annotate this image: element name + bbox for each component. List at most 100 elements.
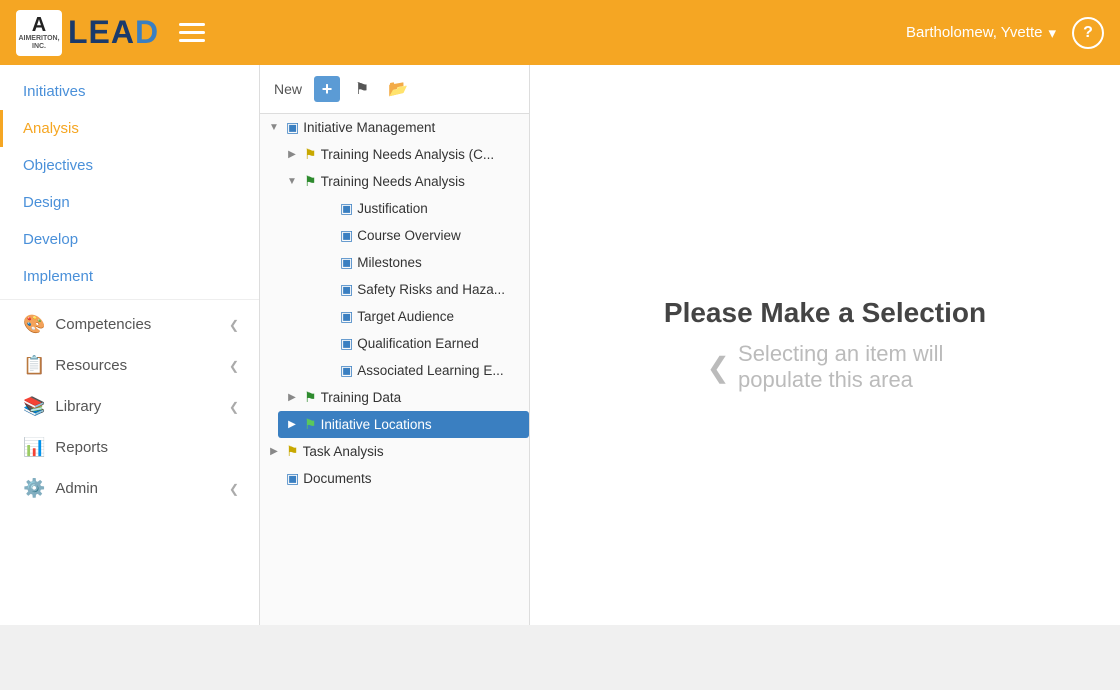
logo-brand-text: L E A D [68,14,159,51]
tree-label-safety-risks: Safety Risks and Haza... [357,282,523,297]
competencies-arrow-icon: ❮ [229,318,239,332]
sidebar-label-develop: Develop [23,231,78,248]
doc-icon-milestones: ▣ [340,254,353,271]
tree-row-qualification-earned[interactable]: ▣ Qualification Earned [314,330,529,357]
expander-initiative-locations[interactable]: ▶ [284,417,300,433]
tree-row-justification[interactable]: ▣ Justification [314,195,529,222]
expander-placeholder-7 [320,363,336,379]
sidebar-item-implement[interactable]: Implement [0,258,259,295]
library-icon: 📚 [23,396,45,417]
tree-row-task-analysis[interactable]: ▶ ⚑ Task Analysis [260,438,529,465]
main-layout: Initiatives Analysis Objectives Design D… [0,65,1120,625]
sidebar-item-develop[interactable]: Develop [0,221,259,258]
header-right: Bartholomew, Yvette ▾ ? [906,17,1104,49]
hamburger-icon [179,23,205,42]
flag-icon-tna-old: ⚑ [304,146,317,163]
logo-wrapper: A AIMERITON, INC. L E A D [16,10,159,56]
resources-arrow-icon: ❮ [229,359,239,373]
main-subtitle-line2: populate this area [738,367,913,392]
tree-row-milestones[interactable]: ▣ Milestones [314,249,529,276]
expander-documents [266,471,282,487]
admin-arrow-icon: ❮ [229,482,239,496]
sidebar-label-admin: Admin [55,480,98,497]
tree-label-task-analysis: Task Analysis [303,444,523,459]
main-selection-title: Please Make a Selection [664,297,986,329]
sidebar-item-library[interactable]: 📚 Library ❮ [0,386,259,427]
tree-row-documents[interactable]: ▣ Documents [260,465,529,492]
tree-label-justification: Justification [357,201,523,216]
sidebar-item-resources[interactable]: 📋 Resources ❮ [0,345,259,386]
user-name: Bartholomew, Yvette [906,24,1042,41]
tree-row-tna-main[interactable]: ▼ ⚑ Training Needs Analysis [278,168,529,195]
expander-placeholder-5 [320,309,336,325]
add-new-button[interactable]: + [314,76,340,102]
tree-label-tna-old: Training Needs Analysis (C... [321,147,523,162]
sidebar-item-initiatives[interactable]: Initiatives [0,73,259,110]
expander-placeholder-2 [320,228,336,244]
doc-icon-qualification-earned: ▣ [340,335,353,352]
sidebar-item-admin[interactable]: ⚙️ Admin ❮ [0,468,259,509]
new-label: New [274,81,302,97]
tree-node-documents: ▣ Documents [260,465,529,492]
tree-label-documents: Documents [303,471,523,486]
tree-label-qualification-earned: Qualification Earned [357,336,523,351]
flag-icon-initiative-locations: ⚑ [304,416,317,433]
user-menu[interactable]: Bartholomew, Yvette ▾ [906,24,1056,42]
flag-button[interactable]: ⚑ [348,75,376,103]
app-header: A AIMERITON, INC. L E A D Bartholomew, Y… [0,0,1120,65]
sidebar-label-competencies: Competencies [55,316,151,333]
sidebar-item-objectives[interactable]: Objectives [0,147,259,184]
tree-label-milestones: Milestones [357,255,523,270]
header-left: A AIMERITON, INC. L E A D [16,10,209,56]
folder-icon: 📂 [388,79,408,99]
tree-panel: New + ⚑ 📂 ▼ ▣ Initiative Management [260,65,530,625]
reports-icon: 📊 [23,437,45,458]
content-area: New + ⚑ 📂 ▼ ▣ Initiative Management [260,65,1120,625]
logo-a-letter: A [32,15,46,35]
tree-row-training-data[interactable]: ▶ ⚑ Training Data [278,384,529,411]
expander-task-analysis[interactable]: ▶ [266,444,282,460]
tree-row-course-overview[interactable]: ▣ Course Overview [314,222,529,249]
main-subtitle-text: Selecting an item will populate this are… [738,341,943,393]
tree-row-target-audience[interactable]: ▣ Target Audience [314,303,529,330]
logo-icon: A AIMERITON, INC. [16,10,62,56]
expander-training-data[interactable]: ▶ [284,390,300,406]
help-button[interactable]: ? [1072,17,1104,49]
hamburger-button[interactable] [175,19,209,46]
library-arrow-icon: ❮ [229,400,239,414]
tree-label-initiative-locations: Initiative Locations [321,417,523,432]
doc-icon-target-audience: ▣ [340,308,353,325]
folder-button[interactable]: 📂 [384,75,412,103]
expander-tna-main[interactable]: ▼ [284,174,300,190]
expander-placeholder-6 [320,336,336,352]
tree-toolbar: New + ⚑ 📂 [260,65,529,114]
doc-icon-justification: ▣ [340,200,353,217]
tree-row-tna-old[interactable]: ▶ ⚑ Training Needs Analysis (C... [278,141,529,168]
tree-label-target-audience: Target Audience [357,309,523,324]
tree-row-initiative-mgmt[interactable]: ▼ ▣ Initiative Management [260,114,529,141]
sidebar-item-reports[interactable]: 📊 Reports [0,427,259,468]
chevron-left-icon: ❮ [707,351,730,384]
expander-tna-old[interactable]: ▶ [284,147,300,163]
sidebar-item-competencies[interactable]: 🎨 Competencies ❮ [0,304,259,345]
tree-row-associated-learning[interactable]: ▣ Associated Learning E... [314,357,529,384]
expander-placeholder-1 [320,201,336,217]
tree-children-l1: ▶ ⚑ Training Needs Analysis (C... ▼ ⚑ Tr… [260,141,529,438]
expander-placeholder-4 [320,282,336,298]
doc-icon-initiative-mgmt: ▣ [286,119,299,136]
main-subtitle-line1: Selecting an item will [738,341,943,366]
doc-icon-associated-learning: ▣ [340,362,353,379]
expander-initiative-mgmt[interactable]: ▼ [266,120,282,136]
tree-label-tna-main: Training Needs Analysis [321,174,523,189]
tree-children-l2: ▣ Justification ▣ Course Overview ▣ [278,195,529,384]
flag-icon-tna-main: ⚑ [304,173,317,190]
doc-icon-safety-risks: ▣ [340,281,353,298]
user-dropdown-arrow: ▾ [1048,24,1056,42]
sidebar-item-design[interactable]: Design [0,184,259,221]
sidebar: Initiatives Analysis Objectives Design D… [0,65,260,625]
sidebar-divider-1 [0,299,259,300]
tree-row-initiative-locations[interactable]: ▶ ⚑ Initiative Locations [278,411,529,438]
main-content-area: Please Make a Selection ❮ Selecting an i… [530,65,1120,625]
tree-row-safety-risks[interactable]: ▣ Safety Risks and Haza... [314,276,529,303]
sidebar-item-analysis[interactable]: Analysis [0,110,259,147]
